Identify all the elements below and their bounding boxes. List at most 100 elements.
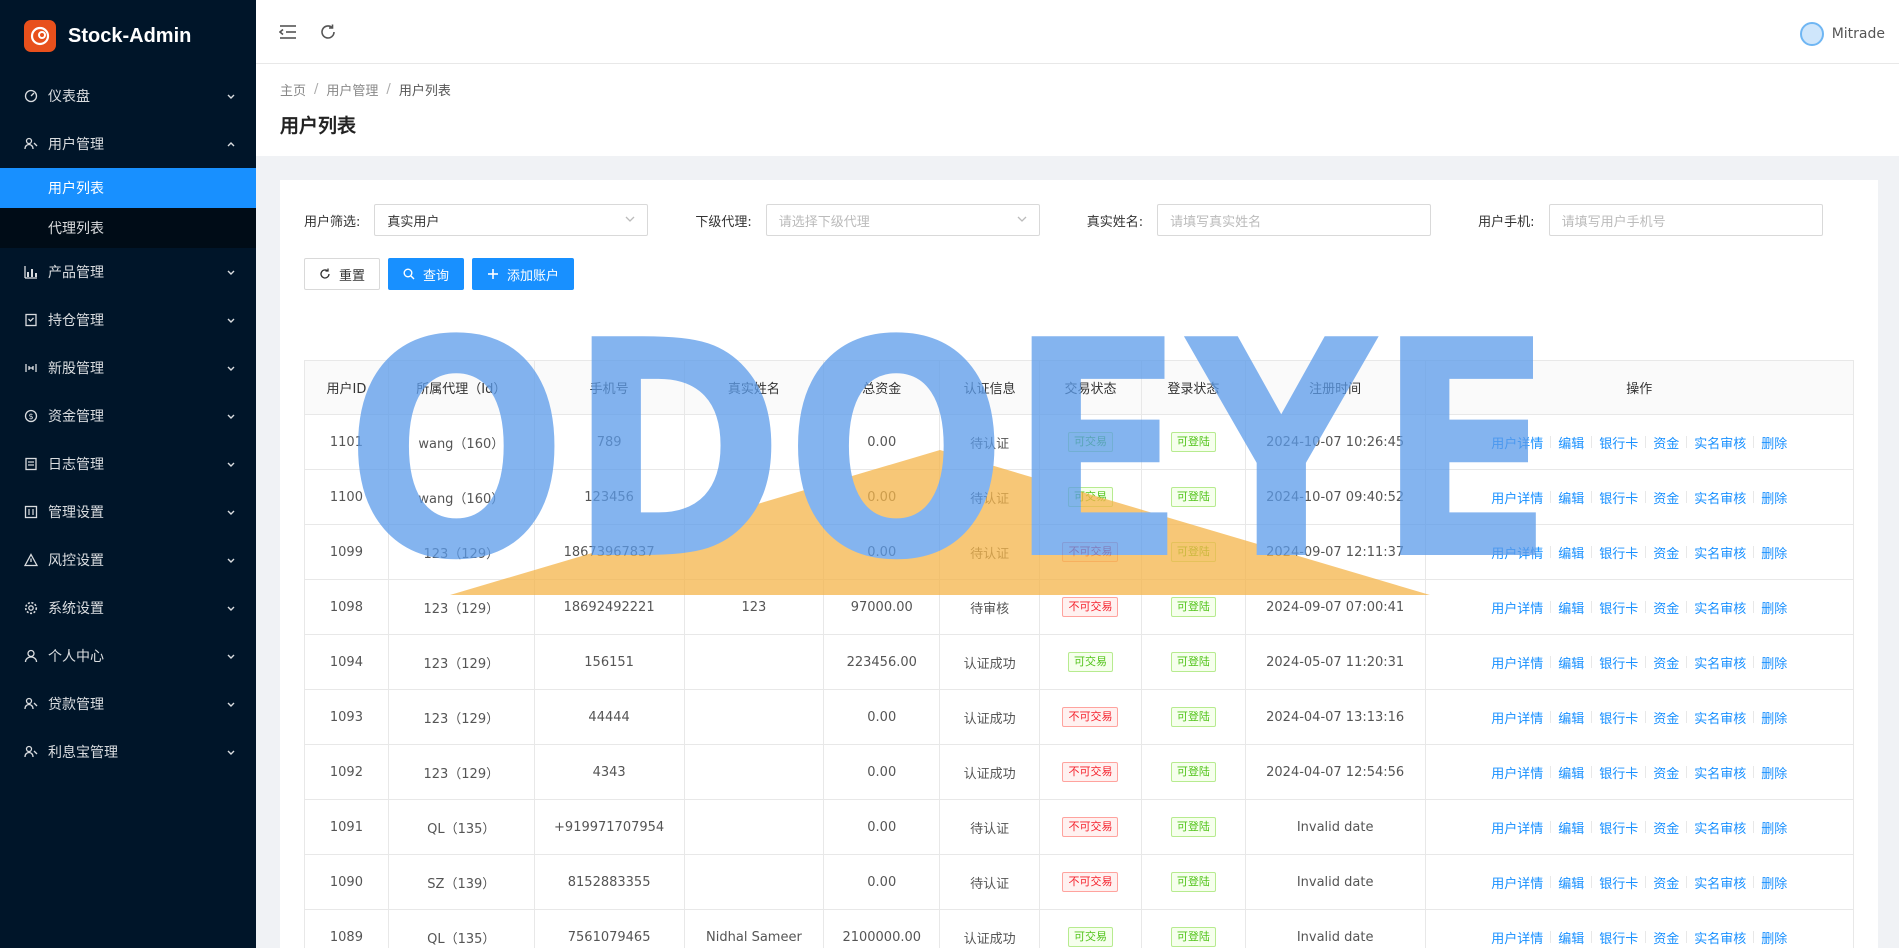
op-link[interactable]: 资金 bbox=[1653, 763, 1679, 782]
op-link[interactable]: 银行卡 bbox=[1599, 763, 1638, 782]
op-link[interactable]: 用户详情 bbox=[1491, 763, 1543, 782]
sidebar-item-10[interactable]: 个人中心 bbox=[0, 632, 256, 680]
op-link[interactable]: 用户详情 bbox=[1491, 928, 1543, 947]
op-link[interactable]: 银行卡 bbox=[1599, 488, 1638, 507]
op-link[interactable]: 编辑 bbox=[1558, 708, 1584, 727]
column-header: 注册时间 bbox=[1246, 361, 1426, 414]
op-link[interactable]: 编辑 bbox=[1558, 873, 1584, 892]
user-type-select[interactable]: 真实用户 bbox=[374, 204, 649, 236]
cell-trade-status: 不可交易 bbox=[1040, 745, 1142, 799]
sidebar-item-0[interactable]: 仪表盘 bbox=[0, 72, 256, 120]
agent-select[interactable]: 请选择下级代理 bbox=[765, 204, 1040, 236]
table-header: 用户ID 所属代理（Id） 手机号 真实姓名 总资金 认证信息 交易状态 登录状态 注册时间 操作 bbox=[305, 361, 1853, 415]
op-link[interactable]: 银行卡 bbox=[1599, 873, 1638, 892]
op-link[interactable]: 删除 bbox=[1761, 873, 1787, 892]
brand[interactable]: Stock-Admin bbox=[0, 0, 256, 72]
op-link[interactable]: 实名审核 bbox=[1694, 598, 1746, 617]
phone-input[interactable]: 请填写用户手机号 bbox=[1548, 204, 1823, 236]
breadcrumb-users[interactable]: 用户管理 bbox=[326, 80, 378, 99]
op-link[interactable]: 删除 bbox=[1761, 488, 1787, 507]
op-link[interactable]: 银行卡 bbox=[1599, 598, 1638, 617]
op-link[interactable]: 删除 bbox=[1761, 763, 1787, 782]
op-link[interactable]: 资金 bbox=[1653, 433, 1679, 452]
op-link[interactable]: 实名审核 bbox=[1694, 543, 1746, 562]
op-link[interactable]: 删除 bbox=[1761, 928, 1787, 947]
search-button[interactable]: 查询 bbox=[388, 258, 465, 290]
op-link[interactable]: 用户详情 bbox=[1491, 433, 1543, 452]
sidebar-item-12[interactable]: 利息宝管理 bbox=[0, 728, 256, 776]
op-link[interactable]: 实名审核 bbox=[1694, 763, 1746, 782]
op-link[interactable]: 资金 bbox=[1653, 818, 1679, 837]
op-link[interactable]: 实名审核 bbox=[1694, 818, 1746, 837]
op-link[interactable]: 用户详情 bbox=[1491, 873, 1543, 892]
sidebar-item-1[interactable]: 用户管理 bbox=[0, 120, 256, 168]
op-link[interactable]: 资金 bbox=[1653, 928, 1679, 947]
breadcrumb-home[interactable]: 主页 bbox=[280, 80, 306, 99]
reset-button[interactable]: 重置 bbox=[304, 258, 381, 290]
interest-icon bbox=[24, 745, 38, 759]
op-link[interactable]: 编辑 bbox=[1558, 433, 1584, 452]
op-link[interactable]: 实名审核 bbox=[1694, 708, 1746, 727]
op-link[interactable]: 编辑 bbox=[1558, 543, 1584, 562]
op-link[interactable]: 编辑 bbox=[1558, 763, 1584, 782]
collapse-menu-icon[interactable] bbox=[278, 22, 298, 42]
op-link[interactable]: 资金 bbox=[1653, 653, 1679, 672]
sidebar-item-4[interactable]: 新股管理 bbox=[0, 344, 256, 392]
op-link[interactable]: 用户详情 bbox=[1491, 488, 1543, 507]
op-link[interactable]: 银行卡 bbox=[1599, 543, 1638, 562]
real-name-input[interactable]: 请填写真实姓名 bbox=[1157, 204, 1432, 236]
divider bbox=[1645, 601, 1647, 613]
op-link[interactable]: 编辑 bbox=[1558, 928, 1584, 947]
refresh-icon[interactable] bbox=[318, 22, 338, 42]
cell-total-funds: 0.00 bbox=[824, 470, 941, 524]
sidebar-item-8[interactable]: 风控设置 bbox=[0, 536, 256, 584]
op-link[interactable]: 编辑 bbox=[1558, 653, 1584, 672]
sidebar-subitem-1-1[interactable]: 代理列表 bbox=[0, 208, 256, 248]
op-link[interactable]: 用户详情 bbox=[1491, 818, 1543, 837]
sidebar-item-11[interactable]: 贷款管理 bbox=[0, 680, 256, 728]
op-link[interactable]: 银行卡 bbox=[1599, 708, 1638, 727]
op-link[interactable]: 实名审核 bbox=[1694, 928, 1746, 947]
op-link[interactable]: 实名审核 bbox=[1694, 873, 1746, 892]
op-link[interactable]: 编辑 bbox=[1558, 598, 1584, 617]
login-status-badge: 可登陆 bbox=[1170, 487, 1216, 507]
divider bbox=[1550, 491, 1552, 503]
op-link[interactable]: 删除 bbox=[1761, 543, 1787, 562]
op-link[interactable]: 资金 bbox=[1653, 873, 1679, 892]
op-link[interactable]: 删除 bbox=[1761, 818, 1787, 837]
user-menu[interactable]: Mitrade bbox=[1799, 22, 1885, 46]
op-link[interactable]: 银行卡 bbox=[1599, 433, 1638, 452]
op-link[interactable]: 资金 bbox=[1653, 488, 1679, 507]
add-account-button[interactable]: 添加账户 bbox=[472, 258, 575, 290]
sidebar-item-5[interactable]: $ 资金管理 bbox=[0, 392, 256, 440]
op-link[interactable]: 资金 bbox=[1653, 543, 1679, 562]
cell-real-name bbox=[685, 635, 825, 689]
divider bbox=[1591, 766, 1593, 778]
op-link[interactable]: 编辑 bbox=[1558, 488, 1584, 507]
op-link[interactable]: 删除 bbox=[1761, 708, 1787, 727]
sidebar-item-3[interactable]: 持仓管理 bbox=[0, 296, 256, 344]
op-link[interactable]: 删除 bbox=[1761, 598, 1787, 617]
filter-real-name-label: 真实姓名: bbox=[1086, 214, 1144, 230]
sidebar-item-7[interactable]: 管理设置 bbox=[0, 488, 256, 536]
sidebar-subitem-1-0[interactable]: 用户列表 bbox=[0, 168, 256, 208]
sidebar-item-9[interactable]: 系统设置 bbox=[0, 584, 256, 632]
op-link[interactable]: 用户详情 bbox=[1491, 543, 1543, 562]
op-link[interactable]: 用户详情 bbox=[1491, 653, 1543, 672]
op-link[interactable]: 用户详情 bbox=[1491, 708, 1543, 727]
op-link[interactable]: 删除 bbox=[1761, 653, 1787, 672]
op-link[interactable]: 银行卡 bbox=[1599, 928, 1638, 947]
op-link[interactable]: 编辑 bbox=[1558, 818, 1584, 837]
op-link[interactable]: 用户详情 bbox=[1491, 598, 1543, 617]
op-link[interactable]: 银行卡 bbox=[1599, 818, 1638, 837]
op-link[interactable]: 实名审核 bbox=[1694, 488, 1746, 507]
sidebar-item-2[interactable]: 产品管理 bbox=[0, 248, 256, 296]
op-link[interactable]: 资金 bbox=[1653, 598, 1679, 617]
op-link[interactable]: 删除 bbox=[1761, 433, 1787, 452]
op-link[interactable]: 资金 bbox=[1653, 708, 1679, 727]
op-link[interactable]: 实名审核 bbox=[1694, 433, 1746, 452]
gear-icon bbox=[24, 601, 38, 615]
sidebar-item-6[interactable]: 日志管理 bbox=[0, 440, 256, 488]
op-link[interactable]: 实名审核 bbox=[1694, 653, 1746, 672]
op-link[interactable]: 银行卡 bbox=[1599, 653, 1638, 672]
